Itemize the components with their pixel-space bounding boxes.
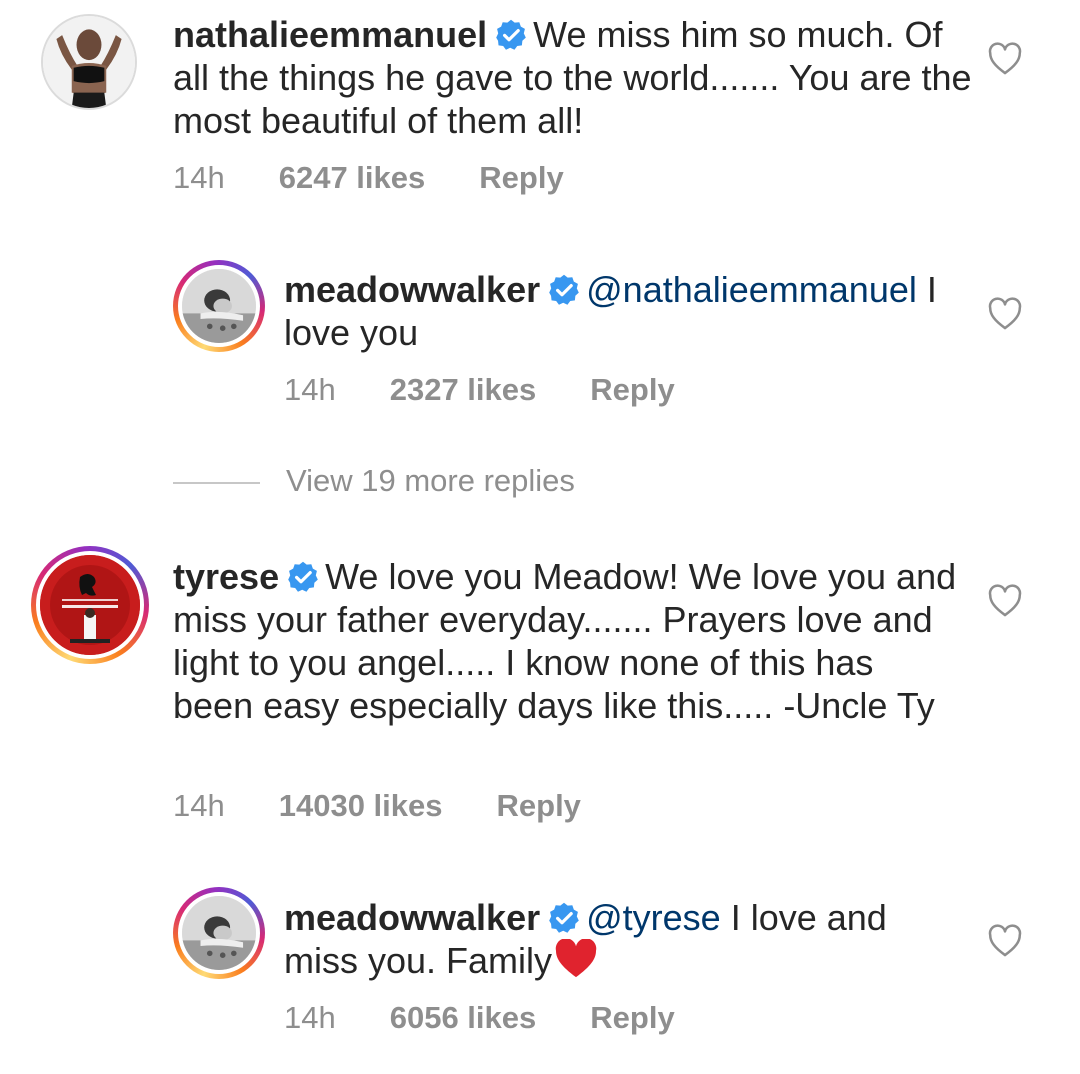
avatar[interactable] xyxy=(31,546,149,664)
verified-badge-icon xyxy=(549,274,579,305)
likes-count[interactable]: 2327 likes xyxy=(390,372,537,408)
mention-link[interactable]: @nathalieemmanuel xyxy=(586,269,917,310)
mention-link[interactable]: @tyrese xyxy=(586,897,721,938)
verified-badge-icon xyxy=(549,902,579,933)
comment-meta: 14h 14030 likes Reply xyxy=(173,788,581,824)
heart-outline-icon[interactable] xyxy=(987,42,1023,76)
username[interactable]: meadowwalker xyxy=(284,269,540,310)
likes-count[interactable]: 14030 likes xyxy=(279,788,443,824)
username[interactable]: meadowwalker xyxy=(284,897,540,938)
timestamp: 14h xyxy=(173,160,225,195)
comment-body: meadowwalker @tyrese I love and miss you.… xyxy=(284,896,964,982)
avatar[interactable] xyxy=(41,14,137,110)
comment-body: meadowwalker @nathalieemmanuel I love you xyxy=(284,268,964,354)
comment-meta: 14h 6247 likes Reply xyxy=(173,160,564,196)
username[interactable]: nathalieemmanuel xyxy=(173,14,487,55)
reply-button[interactable]: Reply xyxy=(590,1000,674,1036)
reply-button[interactable]: Reply xyxy=(479,160,563,196)
reply-button[interactable]: Reply xyxy=(497,788,581,824)
comment-meta: 14h 2327 likes Reply xyxy=(284,372,675,408)
avatar[interactable] xyxy=(173,887,265,979)
timestamp: 14h xyxy=(173,788,225,823)
likes-count[interactable]: 6247 likes xyxy=(279,160,426,196)
username[interactable]: tyrese xyxy=(173,556,279,597)
heart-outline-icon[interactable] xyxy=(987,297,1023,331)
comment-body: tyrese We love you Meadow! We love you an… xyxy=(173,555,963,727)
comment-meta: 14h 6056 likes Reply xyxy=(284,1000,675,1036)
view-more-replies-button[interactable]: View 19 more replies xyxy=(173,463,575,499)
timestamp: 14h xyxy=(284,372,336,407)
red-heart-emoji xyxy=(555,939,597,978)
reply-button[interactable]: Reply xyxy=(590,372,674,408)
verified-badge-icon xyxy=(288,561,318,592)
view-more-label: View 19 more replies xyxy=(286,463,575,498)
timestamp: 14h xyxy=(284,1000,336,1035)
heart-outline-icon[interactable] xyxy=(987,584,1023,618)
heart-outline-icon[interactable] xyxy=(987,924,1023,958)
divider-line xyxy=(173,481,260,484)
likes-count[interactable]: 6056 likes xyxy=(390,1000,537,1036)
verified-badge-icon xyxy=(496,19,526,50)
avatar[interactable] xyxy=(173,260,265,352)
comment-body: nathalieemmanuel We miss him so much. Of … xyxy=(173,13,973,142)
